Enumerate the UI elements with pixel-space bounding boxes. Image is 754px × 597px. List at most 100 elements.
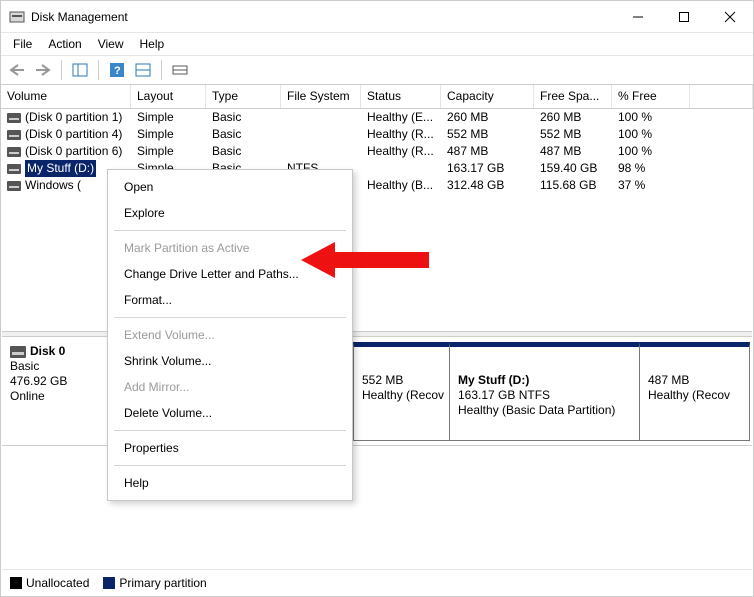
- cell-status: [361, 160, 441, 177]
- cell-status: Healthy (E...: [361, 109, 441, 126]
- toolbar: ?: [1, 55, 753, 85]
- disk-name: Disk 0: [30, 344, 65, 358]
- menu-view[interactable]: View: [90, 35, 132, 53]
- column-header-capacity[interactable]: Capacity: [441, 85, 534, 108]
- context-menu-explore[interactable]: Explore: [110, 200, 350, 226]
- cell-capacity: 312.48 GB: [441, 177, 534, 194]
- column-header-volume[interactable]: Volume: [1, 85, 131, 108]
- cell-layout: Simple: [131, 126, 206, 143]
- disk-info[interactable]: Disk 0 Basic 476.92 GB Online: [2, 338, 114, 445]
- disk-size: 476.92 GB: [10, 374, 105, 389]
- partition-line1: 163.17 GB NTFS: [458, 388, 631, 403]
- cell-free: 115.68 GB: [534, 177, 612, 194]
- legend-primary: Primary partition: [103, 576, 206, 590]
- context-menu-shrink-volume[interactable]: Shrink Volume...: [110, 348, 350, 374]
- partition-block[interactable]: My Stuff (D:) 163.17 GB NTFS Healthy (Ba…: [450, 342, 640, 441]
- show-hide-tree-button[interactable]: [68, 58, 92, 82]
- volume-row[interactable]: (Disk 0 partition 1) Simple Basic Health…: [1, 109, 753, 126]
- back-button[interactable]: [5, 58, 29, 82]
- partition-line2: Healthy (Recov: [362, 388, 441, 403]
- column-header-type[interactable]: Type: [206, 85, 281, 108]
- title-bar: Disk Management: [1, 1, 753, 33]
- disk-type: Basic: [10, 359, 105, 374]
- cell-pct: 100 %: [612, 126, 690, 143]
- cell-pct: 100 %: [612, 109, 690, 126]
- column-header-pct-free[interactable]: % Free: [612, 85, 690, 108]
- cell-layout: Simple: [131, 109, 206, 126]
- cell-capacity: 260 MB: [441, 109, 534, 126]
- column-header-tail: [690, 85, 753, 108]
- cell-free: 159.40 GB: [534, 160, 612, 177]
- cell-status: Healthy (B...: [361, 177, 441, 194]
- context-menu-properties[interactable]: Properties: [110, 435, 350, 461]
- cell-pct: 98 %: [612, 160, 690, 177]
- volume-grid-header: Volume Layout Type File System Status Ca…: [1, 85, 753, 109]
- context-menu-separator: [114, 430, 346, 431]
- partition-block[interactable]: 552 MB Healthy (Recov: [354, 342, 450, 441]
- volume-name: (Disk 0 partition 1): [25, 109, 122, 126]
- cell-free: 487 MB: [534, 143, 612, 160]
- context-menu: Open Explore Mark Partition as Active Ch…: [107, 169, 353, 501]
- column-header-status[interactable]: Status: [361, 85, 441, 108]
- cell-capacity: 487 MB: [441, 143, 534, 160]
- drive-icon: [7, 113, 21, 123]
- partition-line2: Healthy (Basic Data Partition): [458, 403, 631, 418]
- context-menu-format[interactable]: Format...: [110, 287, 350, 313]
- drive-icon: [7, 164, 21, 174]
- help-button[interactable]: ?: [105, 58, 129, 82]
- menu-action[interactable]: Action: [40, 35, 89, 53]
- partition-line2: Healthy (Recov: [648, 388, 741, 403]
- context-menu-help[interactable]: Help: [110, 470, 350, 496]
- cell-fs: [281, 143, 361, 160]
- cell-free: 260 MB: [534, 109, 612, 126]
- volume-name: (Disk 0 partition 4): [25, 126, 122, 143]
- cell-fs: [281, 109, 361, 126]
- menu-file[interactable]: File: [5, 35, 40, 53]
- app-icon: [9, 9, 25, 25]
- volume-row[interactable]: (Disk 0 partition 4) Simple Basic Health…: [1, 126, 753, 143]
- volume-name: (Disk 0 partition 6): [25, 143, 122, 160]
- minimize-button[interactable]: [615, 1, 661, 33]
- partition-title: My Stuff (D:): [458, 373, 529, 387]
- toolbar-separator: [98, 60, 99, 80]
- drive-icon: [7, 130, 21, 140]
- cell-layout: Simple: [131, 143, 206, 160]
- menu-help[interactable]: Help: [132, 35, 173, 53]
- cell-status: Healthy (R...: [361, 143, 441, 160]
- context-menu-mark-active: Mark Partition as Active: [110, 235, 350, 261]
- swatch-primary: [103, 577, 115, 589]
- drive-icon: [7, 147, 21, 157]
- disk-icon: [10, 346, 26, 358]
- partition-line1: 487 MB: [648, 373, 741, 388]
- context-menu-separator: [114, 230, 346, 231]
- toolbar-separator: [161, 60, 162, 80]
- column-header-free-space[interactable]: Free Spa...: [534, 85, 612, 108]
- partition-line1: 552 MB: [362, 373, 441, 388]
- settings-button[interactable]: [168, 58, 192, 82]
- cell-free: 552 MB: [534, 126, 612, 143]
- context-menu-separator: [114, 465, 346, 466]
- volume-row[interactable]: (Disk 0 partition 6) Simple Basic Health…: [1, 143, 753, 160]
- context-menu-delete-volume[interactable]: Delete Volume...: [110, 400, 350, 426]
- partition-block[interactable]: 487 MB Healthy (Recov: [640, 342, 750, 441]
- legend-bar: Unallocated Primary partition: [2, 569, 752, 595]
- context-menu-separator: [114, 317, 346, 318]
- layout-button[interactable]: [131, 58, 155, 82]
- close-button[interactable]: [707, 1, 753, 33]
- column-header-file-system[interactable]: File System: [281, 85, 361, 108]
- maximize-button[interactable]: [661, 1, 707, 33]
- legend-unallocated: Unallocated: [10, 576, 89, 590]
- disk-state: Online: [10, 389, 105, 404]
- context-menu-change-drive-letter[interactable]: Change Drive Letter and Paths...: [110, 261, 350, 287]
- column-header-layout[interactable]: Layout: [131, 85, 206, 108]
- context-menu-extend-volume: Extend Volume...: [110, 322, 350, 348]
- volume-name: My Stuff (D:): [25, 160, 96, 177]
- swatch-unallocated: [10, 577, 22, 589]
- cell-type: Basic: [206, 109, 281, 126]
- window-title: Disk Management: [31, 10, 128, 24]
- cell-pct: 100 %: [612, 143, 690, 160]
- forward-button[interactable]: [31, 58, 55, 82]
- cell-capacity: 163.17 GB: [441, 160, 534, 177]
- context-menu-open[interactable]: Open: [110, 174, 350, 200]
- svg-text:?: ?: [114, 65, 121, 77]
